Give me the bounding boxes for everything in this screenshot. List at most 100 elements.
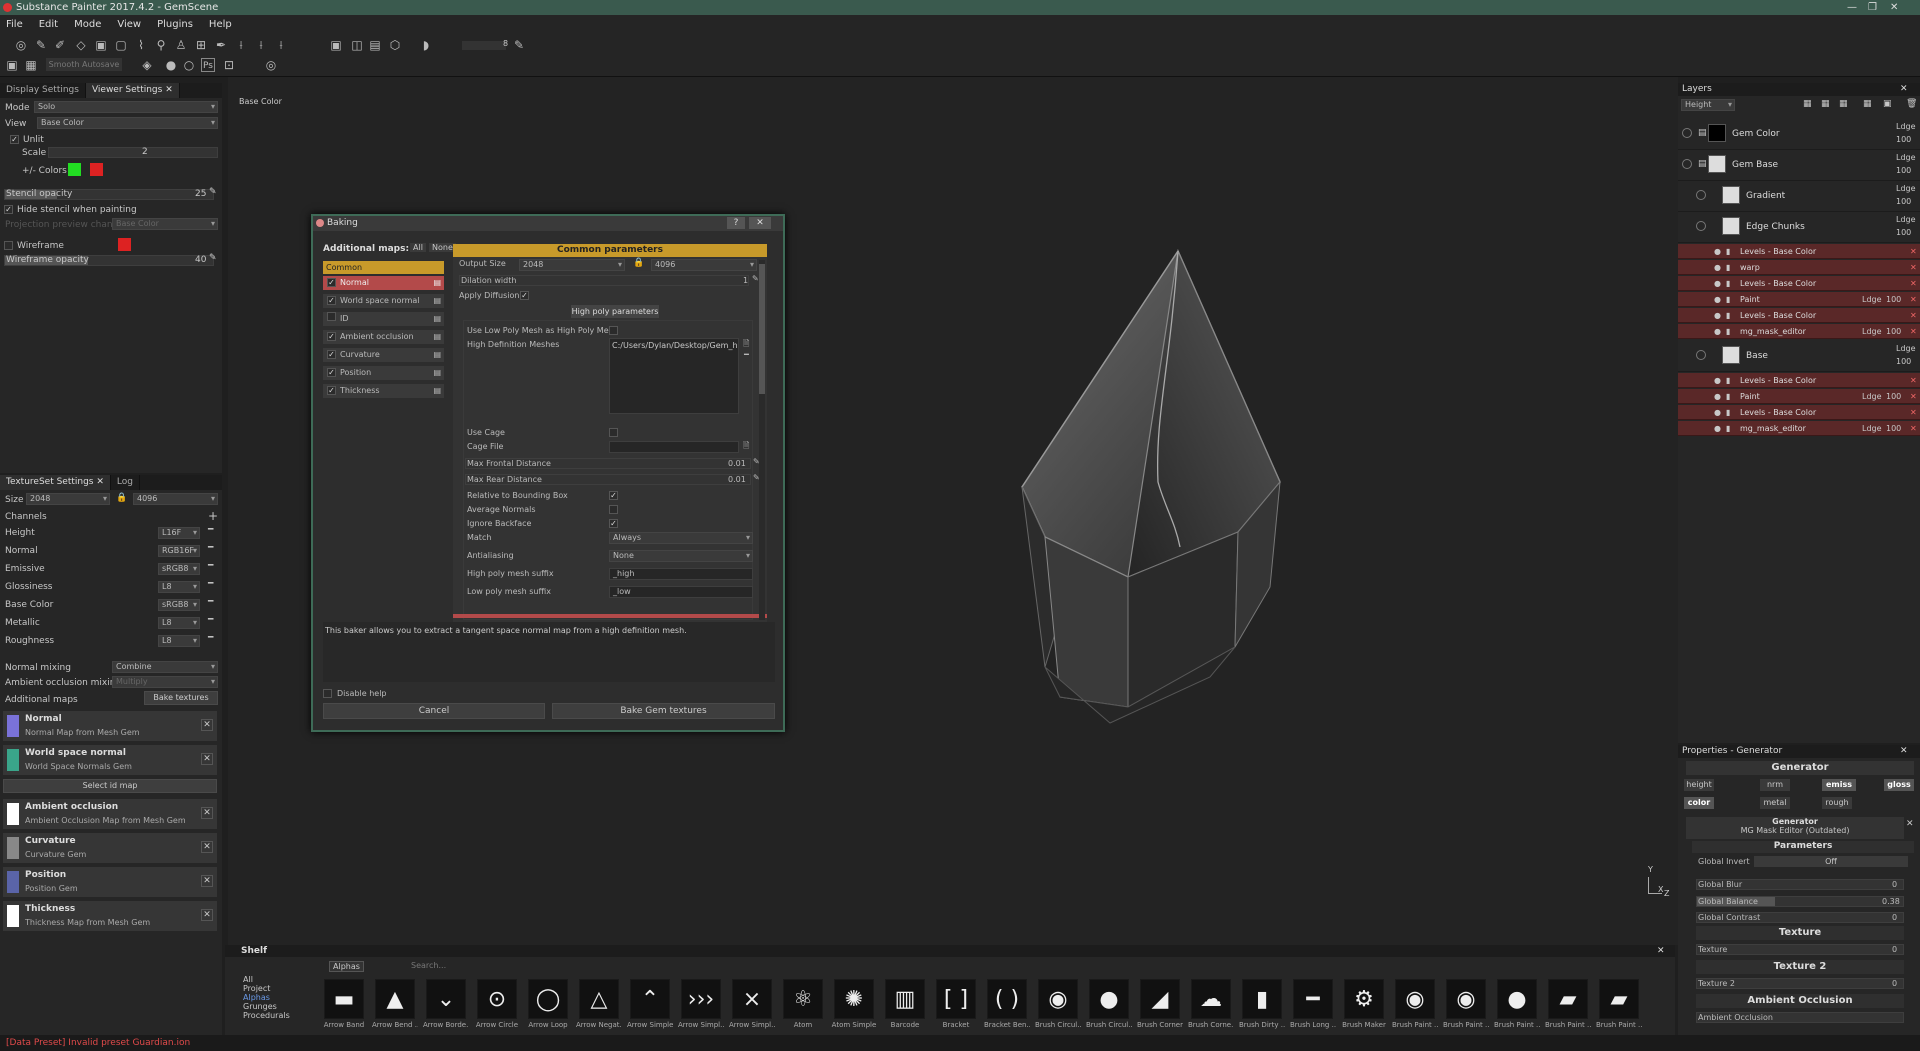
add-folder-icon[interactable]: ▣ bbox=[1883, 99, 1892, 109]
ao-section-header[interactable]: Ambient Occlusion bbox=[1696, 994, 1904, 1008]
shelf-item[interactable]: ◯ Arrow Loop bbox=[525, 979, 571, 1029]
add-mask-icon[interactable]: ▦ bbox=[1839, 99, 1848, 109]
shelf-item[interactable]: ⌃ Arrow Simple bbox=[627, 979, 673, 1029]
shelf-item[interactable]: ▲ Arrow Bend ... bbox=[372, 979, 418, 1029]
baker-settings-icon[interactable]: ▤ bbox=[433, 312, 441, 326]
visibility-icon[interactable] bbox=[1696, 350, 1706, 360]
effect-opacity[interactable]: 100 bbox=[1886, 421, 1901, 436]
effect-item[interactable]: ● ▮ Levels - Base Color ✕ bbox=[1678, 276, 1920, 291]
viewport-icon[interactable]: ◫ bbox=[350, 38, 364, 52]
visibility-icon[interactable]: ● bbox=[1714, 389, 1721, 404]
eraser-icon[interactable]: ◇ bbox=[74, 38, 88, 52]
symmetry-icon[interactable]: ⟊ bbox=[234, 38, 248, 52]
effect-blend-mode[interactable]: Ldge bbox=[1862, 292, 1882, 307]
help-icon[interactable]: ? bbox=[727, 217, 745, 229]
baker-checkbox[interactable]: ✓ bbox=[327, 368, 336, 377]
tree-grunges[interactable]: Grunges bbox=[243, 1002, 313, 1011]
channel-format-dropdown[interactable]: L8 bbox=[158, 617, 200, 629]
ao-mixing-dropdown[interactable]: Multiply bbox=[112, 676, 218, 688]
select-all-button[interactable]: All bbox=[410, 243, 426, 252]
folder-icon[interactable]: ▤ bbox=[1698, 159, 1707, 169]
tab-log[interactable]: Log bbox=[111, 475, 140, 490]
visibility-icon[interactable]: ● bbox=[1714, 373, 1721, 388]
shelf-item[interactable]: ● Brush Paint ... bbox=[1494, 979, 1540, 1029]
visibility-icon[interactable]: ● bbox=[1714, 405, 1721, 420]
close-icon[interactable]: ✕ bbox=[96, 477, 104, 487]
blend-mode-dropdown[interactable]: Height bbox=[1681, 99, 1735, 111]
baker-settings-icon[interactable]: ▤ bbox=[433, 384, 441, 398]
close-icon[interactable]: ✕ bbox=[1910, 260, 1917, 275]
wireframe-color-swatch[interactable] bbox=[118, 238, 131, 251]
close-icon[interactable]: ✕ bbox=[201, 909, 213, 921]
remove-channel-icon[interactable]: ━ bbox=[208, 561, 213, 571]
shelf-item[interactable]: ( ) Bracket Ben... bbox=[984, 979, 1030, 1029]
layer-opacity[interactable]: 100 bbox=[1896, 197, 1911, 206]
additional-map-item[interactable]: Thickness Thickness Map from Mesh Gem ✕ bbox=[3, 901, 217, 931]
chip-rough[interactable]: rough bbox=[1822, 797, 1852, 809]
close-icon[interactable]: ✕ bbox=[201, 807, 213, 819]
wireframe-checkbox[interactable] bbox=[4, 241, 13, 250]
photoshop-icon[interactable]: Ps bbox=[201, 58, 215, 72]
lock-icon[interactable]: 🔒 bbox=[633, 258, 644, 268]
folder-icon[interactable]: ▤ bbox=[1698, 128, 1707, 138]
baker-item[interactable]: ✓ Thickness ▤ bbox=[323, 384, 444, 398]
shelf-item[interactable]: ◉ Brush Paint ... bbox=[1443, 979, 1489, 1029]
effect-item[interactable]: ● ▮ Levels - Base Color ✕ bbox=[1678, 308, 1920, 323]
baker-settings-icon[interactable]: ▤ bbox=[433, 294, 441, 308]
view-dropdown[interactable]: Base Color bbox=[37, 117, 218, 129]
tree-all[interactable]: All bbox=[243, 975, 313, 984]
grid-icon[interactable]: ▦ bbox=[24, 58, 38, 72]
pencil-icon[interactable]: ✎ bbox=[209, 187, 217, 197]
channel-format-dropdown[interactable]: L16F bbox=[158, 527, 200, 539]
chip-color[interactable]: color bbox=[1684, 797, 1714, 809]
close-icon[interactable]: ✕ bbox=[1910, 373, 1917, 388]
additional-map-item[interactable]: Normal Normal Map from Mesh Gem ✕ bbox=[3, 711, 217, 741]
add-fill-layer-icon[interactable]: ▦ bbox=[1821, 99, 1830, 109]
export-icon[interactable]: ⊡ bbox=[222, 58, 236, 72]
add-layer-icon[interactable]: ▦ bbox=[1803, 99, 1812, 109]
visibility-icon[interactable]: ● bbox=[1714, 292, 1721, 307]
close-icon[interactable]: ✕ bbox=[201, 719, 213, 731]
shelf-item[interactable]: ››› Arrow Simpl... bbox=[678, 979, 724, 1029]
add-channel-icon[interactable]: + bbox=[208, 509, 218, 523]
baker-checkbox[interactable]: ✓ bbox=[327, 296, 336, 305]
layer-blend-mode[interactable]: Ldge bbox=[1896, 344, 1916, 353]
chip-gloss[interactable]: gloss bbox=[1884, 779, 1914, 791]
effect-item[interactable]: ● ▮ Levels - Base Color ✕ bbox=[1678, 373, 1920, 388]
visibility-icon[interactable] bbox=[1682, 128, 1692, 138]
normal-mixing-dropdown[interactable]: Combine bbox=[112, 661, 218, 673]
remove-channel-icon[interactable]: ━ bbox=[208, 633, 213, 643]
delete-layer-icon[interactable]: 🗑 bbox=[1906, 99, 1917, 109]
tab-display-settings[interactable]: Display Settings bbox=[0, 83, 86, 98]
split-icon[interactable]: ⟊ bbox=[274, 38, 288, 52]
select-id-map-button[interactable]: Select id map bbox=[3, 779, 217, 793]
substance-share-icon[interactable]: ◈ bbox=[140, 58, 154, 72]
close-icon[interactable]: ✕ bbox=[1910, 324, 1917, 339]
close-icon[interactable]: ✕ bbox=[165, 85, 173, 95]
layer-item[interactable]: Base Ldge 100 bbox=[1678, 342, 1920, 372]
scrollbar[interactable] bbox=[759, 260, 765, 620]
use-low-poly-checkbox[interactable] bbox=[609, 326, 618, 335]
close-icon[interactable]: ✕ bbox=[749, 217, 771, 229]
texture2-section-header[interactable]: Texture 2 bbox=[1696, 960, 1904, 974]
add-effect-icon[interactable]: ▦ bbox=[1863, 99, 1872, 109]
close-icon[interactable]: ✕ bbox=[201, 753, 213, 765]
positive-color-swatch[interactable] bbox=[68, 163, 81, 176]
remove-mesh-icon[interactable]: ━ bbox=[744, 350, 749, 359]
visibility-icon[interactable]: ● bbox=[1714, 308, 1721, 323]
layer-blend-mode[interactable]: Ldge bbox=[1896, 215, 1916, 224]
effect-item[interactable]: ● ▮ warp ✕ bbox=[1678, 260, 1920, 275]
remove-channel-icon[interactable]: ━ bbox=[208, 615, 213, 625]
pencil-icon[interactable]: ✎ bbox=[752, 274, 759, 283]
effect-opacity[interactable]: 100 bbox=[1886, 389, 1901, 404]
apply-diffusion-checkbox[interactable]: ✓ bbox=[520, 291, 529, 300]
channel-format-dropdown[interactable]: sRGB8 bbox=[158, 563, 200, 575]
layer-item[interactable]: Gradient Ldge 100 bbox=[1678, 182, 1920, 212]
mirror-icon[interactable]: ⟊ bbox=[254, 38, 268, 52]
shelf-item[interactable]: ⚙ Brush Maker bbox=[1341, 979, 1387, 1029]
tab-textureset-settings[interactable]: TextureSet Settings ✕ bbox=[0, 475, 111, 490]
close-icon[interactable]: ✕ bbox=[201, 841, 213, 853]
shelf-item[interactable]: ◢ Brush Corner bbox=[1137, 979, 1183, 1029]
layer-opacity[interactable]: 100 bbox=[1896, 357, 1911, 366]
close-icon[interactable]: ✕ bbox=[1657, 945, 1665, 957]
